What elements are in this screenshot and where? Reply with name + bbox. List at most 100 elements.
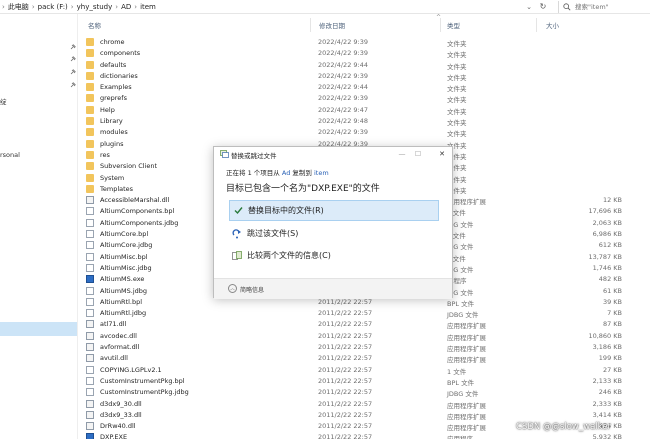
chevron-up-icon[interactable]: ︿ <box>228 284 237 293</box>
skip-icon <box>232 228 242 239</box>
file-name: DrRw40.dll <box>100 422 136 431</box>
file-size: 87 KB <box>602 320 622 329</box>
pin-icon[interactable] <box>70 44 76 50</box>
file-date: 2011/2/22 22:57 <box>318 433 373 439</box>
file-row[interactable]: COPYING.LGPLv2.1 2011/2/22 22:57 1 文件 27 KB <box>86 365 646 376</box>
close-button[interactable]: ✕ <box>434 148 450 160</box>
dll-file-icon <box>86 422 94 431</box>
file-date: 2022/4/22 9:39 <box>318 71 368 80</box>
info-mid: 复制到 <box>292 169 312 177</box>
file-row[interactable]: atl71.dll 2011/2/22 22:57 应用程序扩展 87 KB <box>86 319 646 330</box>
file-row[interactable]: dictionaries 2022/4/22 9:39 文件夹 <box>86 71 646 82</box>
file-row[interactable]: DXP.EXE 2011/2/22 22:57 应用程序 5,932 KB <box>86 432 646 439</box>
dll-file-icon <box>86 331 94 340</box>
replace-option[interactable]: 替换目标中的文件(R) <box>229 200 439 221</box>
pin-icon[interactable] <box>70 82 76 88</box>
file-date: 2011/2/22 22:57 <box>318 376 373 385</box>
file-name: avcodec.dll <box>100 331 137 340</box>
column-divider[interactable] <box>536 18 537 32</box>
file-size: 3,186 KB <box>592 343 622 352</box>
compare-option[interactable]: 比较两个文件的信息(C) <box>229 245 439 266</box>
file-row[interactable]: CustomInstrumentPkg.bpl 2011/2/22 22:57 BP… <box>86 376 646 387</box>
column-divider[interactable] <box>440 18 441 32</box>
destination-link[interactable]: item <box>314 169 329 177</box>
address-dropdown-icon[interactable]: ⌄ <box>524 2 534 12</box>
file-row[interactable]: d3dx9_33.dll 2011/2/22 22:57 应用程序扩展 3,414 K… <box>86 410 646 421</box>
nav-item-selected[interactable] <box>0 322 77 336</box>
folder-icon <box>86 139 94 148</box>
file-date: 2022/4/22 9:39 <box>318 94 368 103</box>
column-divider[interactable] <box>310 18 311 32</box>
column-size[interactable]: 大小 <box>546 20 559 30</box>
breadcrumb-item[interactable]: pack (F:) <box>38 3 68 11</box>
column-name[interactable]: 名称 <box>88 20 101 30</box>
column-type[interactable]: 类型 <box>447 20 460 30</box>
file-row[interactable]: defaults 2022/4/22 9:44 文件夹 <box>86 60 646 71</box>
search-box[interactable] <box>558 1 650 13</box>
pin-icon[interactable] <box>70 69 76 75</box>
file-name: AltiumComponents.jdbg <box>100 218 179 227</box>
file-name: plugins <box>100 139 124 148</box>
breadcrumb-separator: › <box>134 3 138 11</box>
file-row[interactable]: chrome 2022/4/22 9:39 文件夹 <box>86 37 646 48</box>
file-size: 17,696 KB <box>588 207 622 216</box>
file-date: 2011/2/22 22:57 <box>318 399 373 408</box>
breadcrumb-item[interactable]: 此电脑 <box>8 2 29 12</box>
file-date: 2011/2/22 22:57 <box>318 388 373 397</box>
file-date: 2022/4/22 9:39 <box>318 38 368 46</box>
file-type: 文件夹 <box>447 40 467 48</box>
file-size: 13,787 KB <box>588 252 622 261</box>
file-name: greprefs <box>100 94 127 103</box>
file-name: AltiumCore.jdbg <box>100 241 153 250</box>
source-link[interactable]: Ad <box>282 169 290 177</box>
file-size: 2,333 KB <box>592 399 622 408</box>
file-date: 2011/2/22 22:57 <box>318 354 373 363</box>
file-name: chrome <box>100 38 125 46</box>
file-name: avformat.dll <box>100 343 140 352</box>
file-icon <box>86 230 94 239</box>
file-size: 1,746 KB <box>592 263 622 272</box>
file-row[interactable]: modules 2022/4/22 9:39 文件夹 <box>86 127 646 138</box>
file-size: 246 KB <box>598 388 622 397</box>
replace-option-label: 替换目标中的文件(R) <box>248 206 324 215</box>
nav-item-label[interactable]: 绽 <box>0 96 7 106</box>
file-row[interactable]: CustomInstrumentPkg.jdbg 2011/2/22 22:57 J… <box>86 387 646 398</box>
minimize-button[interactable]: — <box>394 148 410 160</box>
skip-option[interactable]: 跳过该文件(S) <box>229 223 439 244</box>
file-size: 39 KB <box>602 297 622 306</box>
search-input[interactable] <box>575 3 645 11</box>
refresh-icon[interactable]: ↻ <box>538 2 548 12</box>
file-name: AltiumMisc.jdbg <box>100 263 152 272</box>
file-row[interactable]: components 2022/4/22 9:39 文件夹 <box>86 48 646 59</box>
dialog-titlebar[interactable]: 替换或跳过文件 — ☐ ✕ <box>214 147 452 161</box>
file-name: Examples <box>100 83 132 92</box>
file-date: 2022/4/22 9:44 <box>318 60 368 69</box>
breadcrumb-separator: › <box>31 3 35 11</box>
column-date[interactable]: 修改日期 <box>319 20 345 30</box>
file-size: 482 KB <box>598 275 622 284</box>
pin-icon[interactable] <box>70 56 76 62</box>
file-icon <box>86 218 94 227</box>
file-name: AltiumRtl.jdbg <box>100 309 147 318</box>
file-row[interactable]: greprefs 2022/4/22 9:39 文件夹 <box>86 93 646 104</box>
fewer-details-link[interactable]: 简略信息 <box>240 285 264 294</box>
file-icon <box>86 207 94 216</box>
file-row[interactable]: Help 2022/4/22 9:47 文件夹 <box>86 105 646 116</box>
file-row[interactable]: avcodec.dll 2011/2/22 22:57 应用程序扩展 10,860 K… <box>86 331 646 342</box>
maximize-button[interactable]: ☐ <box>410 148 426 160</box>
file-type: 文件夹 <box>447 73 467 82</box>
breadcrumb-separator: › <box>70 3 74 11</box>
file-row[interactable]: d3dx9_30.dll 2011/2/22 22:57 应用程序扩展 2,333 K… <box>86 399 646 410</box>
file-type: 文件夹 <box>447 130 467 139</box>
file-type: 文件夹 <box>447 62 467 71</box>
file-row[interactable]: Library 2022/4/22 9:48 文件夹 <box>86 116 646 127</box>
breadcrumb-item[interactable]: item <box>140 3 156 11</box>
file-row[interactable]: Examples 2022/4/22 9:44 文件夹 <box>86 82 646 93</box>
file-row[interactable]: avformat.dll 2011/2/22 22:57 应用程序扩展 3,186 K… <box>86 342 646 353</box>
breadcrumb-item[interactable]: yhy_study <box>77 3 113 11</box>
file-row[interactable]: avutil.dll 2011/2/22 22:57 应用程序扩展 199 KB <box>86 353 646 364</box>
breadcrumb-item[interactable]: AD <box>121 3 131 11</box>
nav-item-label[interactable]: rsonal <box>0 151 20 159</box>
file-name: dictionaries <box>100 71 138 80</box>
file-row[interactable]: AltiumRtl.jdbg 2011/2/22 22:57 JDBG 文件 7 KB <box>86 308 646 319</box>
